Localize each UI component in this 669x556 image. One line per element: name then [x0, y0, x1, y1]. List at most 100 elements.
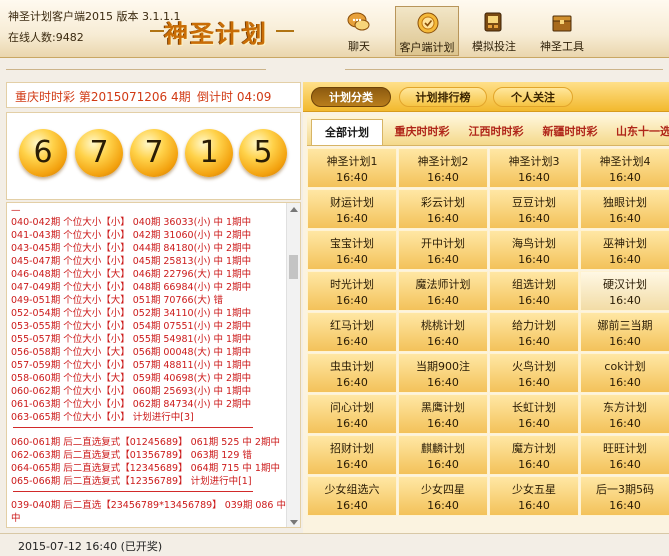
plan-cell[interactable]: 后一3期5码 16:40 [580, 476, 669, 516]
scroll-thumb[interactable] [289, 255, 298, 279]
history-line: 043-045期 个位大小【小】 044期 84180(小) 中 2期中 [11, 243, 252, 254]
tab-plan-category[interactable]: 计划分类 [311, 87, 391, 107]
nav-simulate-bet-label: 模拟投注 [472, 40, 516, 53]
plan-cell[interactable]: 少女组选六 16:40 [307, 476, 397, 516]
plan-name: 魔法师计划 [415, 278, 471, 291]
plan-cell[interactable]: 问心计划 16:40 [307, 394, 397, 434]
issue-bar: 重庆时时彩 第2015071206 4期 倒计时 04:09 [6, 82, 301, 108]
plan-cell[interactable]: 火鸟计划 16:40 [489, 353, 579, 393]
plan-cell[interactable]: 财运计划 16:40 [307, 189, 397, 229]
plan-name: 巫神计划 [603, 237, 647, 250]
history-line: 057-059期 个位大小【小】 057期 48811(小) 中 1期中 [11, 360, 252, 371]
plan-cell[interactable]: 神圣计划2 16:40 [398, 148, 488, 188]
history-separator [13, 427, 253, 428]
countdown-timer: 倒计时 04:09 [197, 90, 272, 104]
history-line: 061-063期 个位大小【小】 062期 84734(小) 中 2期中 [11, 399, 252, 410]
plan-cell[interactable]: 旺旺计划 16:40 [580, 435, 669, 475]
plan-cell[interactable]: 桃桃计划 16:40 [398, 312, 488, 352]
plan-name: 火鸟计划 [512, 360, 556, 373]
plan-time: 16:40 [427, 335, 459, 348]
plan-name: 桃桃计划 [421, 319, 465, 332]
plan-tab-bar: 计划分类 计划排行榜 个人关注 [303, 82, 669, 112]
lottery-type-tabs: 全部计划 重庆时时彩 江西时时彩 新疆时时彩 山东十一选五 [307, 116, 669, 146]
plan-cell[interactable]: 娜前三当期 16:40 [580, 312, 669, 352]
plan-cell[interactable]: 神圣计划4 16:40 [580, 148, 669, 188]
plan-cell[interactable]: 神圣计划1 16:40 [307, 148, 397, 188]
plan-cell[interactable]: 豆豆计划 16:40 [489, 189, 579, 229]
scroll-down-icon[interactable] [290, 520, 298, 525]
plan-cell[interactable]: 独眼计划 16:40 [580, 189, 669, 229]
plan-time: 16:40 [609, 417, 641, 430]
plan-time: 16:40 [609, 335, 641, 348]
tab-all-plans[interactable]: 全部计划 [311, 119, 383, 145]
history-line: 060-062期 个位大小【小】 060期 25693(小) 中 1期中 [11, 386, 252, 397]
tab-plan-ranking[interactable]: 计划排行榜 [399, 87, 487, 107]
draw-ball: 6 [19, 129, 67, 177]
plan-time: 16:40 [336, 376, 368, 389]
current-issue: 重庆时时彩 第2015071206 4期 [15, 90, 191, 104]
plan-cell[interactable]: 硬汉计划 16:40 [580, 271, 669, 311]
nav-toolbox-button[interactable]: 神圣工具 [530, 6, 594, 56]
plan-time: 16:40 [336, 253, 368, 266]
plan-cell[interactable]: 时光计划 16:40 [307, 271, 397, 311]
plan-time: 16:40 [518, 253, 550, 266]
plan-cell[interactable]: 虫虫计划 16:40 [307, 353, 397, 393]
plan-cell[interactable]: 黑鹰计划 16:40 [398, 394, 488, 434]
scroll-up-icon[interactable] [290, 207, 298, 212]
plan-cell[interactable]: 少女五星 16:40 [489, 476, 579, 516]
plan-time: 16:40 [336, 294, 368, 307]
plan-cell[interactable]: 海鸟计划 16:40 [489, 230, 579, 270]
nav-simulate-bet-button[interactable]: 模拟投注 [462, 6, 526, 56]
plan-name: 麒麟计划 [421, 442, 465, 455]
history-scrollbar[interactable] [286, 203, 300, 527]
plan-cell[interactable]: 少女四星 16:40 [398, 476, 488, 516]
plan-name: 给力计划 [512, 319, 556, 332]
plan-name: 黑鹰计划 [421, 401, 465, 414]
plan-cell[interactable]: 长虹计划 16:40 [489, 394, 579, 434]
plan-cell[interactable]: 东方计划 16:40 [580, 394, 669, 434]
plan-time: 16:40 [518, 212, 550, 225]
plan-name: 神圣计划2 [417, 155, 469, 168]
status-bar: 2015-07-12 16:40 (已开奖) [0, 533, 669, 556]
plan-cell[interactable]: 给力计划 16:40 [489, 312, 579, 352]
logo-text: 神圣计划 [164, 19, 268, 48]
plan-name: 红马计划 [330, 319, 374, 332]
draw-ball: 7 [75, 129, 123, 177]
tab-chongqing-ssc[interactable]: 重庆时时彩 [387, 119, 457, 145]
plan-name: 宝宝计划 [330, 237, 374, 250]
plan-cell[interactable]: 当期900注 16:40 [398, 353, 488, 393]
plan-cell[interactable]: 招财计划 16:40 [307, 435, 397, 475]
tab-xinjiang-ssc[interactable]: 新疆时时彩 [535, 119, 605, 145]
tab-jiangxi-ssc[interactable]: 江西时时彩 [461, 119, 531, 145]
plan-cell[interactable]: 魔法师计划 16:40 [398, 271, 488, 311]
plan-cell[interactable]: 彩云计划 16:40 [398, 189, 488, 229]
plan-time: 16:40 [609, 458, 641, 471]
plan-cell[interactable]: 红马计划 16:40 [307, 312, 397, 352]
plan-cell[interactable]: 巫神计划 16:40 [580, 230, 669, 270]
plan-history-list[interactable]: — 040-042期 个位大小【小】 040期 36033(小) 中 1期中 0… [6, 202, 301, 528]
plan-cell[interactable]: 神圣计划3 16:40 [489, 148, 579, 188]
nav-client-plan-button[interactable]: 客户端计划 [395, 6, 459, 56]
tab-my-follow[interactable]: 个人关注 [493, 87, 573, 107]
nav-chat-label: 聊天 [348, 40, 370, 53]
plan-name: 时光计划 [330, 278, 374, 291]
nav-toolbox-label: 神圣工具 [540, 40, 584, 53]
plan-time: 16:40 [518, 335, 550, 348]
plan-time: 16:40 [427, 376, 459, 389]
tab-shandong-11x5[interactable]: 山东十一选五 [609, 119, 669, 145]
plan-time: 16:40 [336, 458, 368, 471]
plan-time: 16:40 [427, 499, 459, 512]
plan-name: 神圣计划3 [508, 155, 560, 168]
nav-chat-button[interactable]: 聊天 [327, 6, 391, 56]
header-divider-strip [0, 58, 669, 82]
plan-cell[interactable]: cok计划 16:40 [580, 353, 669, 393]
plan-cell[interactable]: 宝宝计划 16:40 [307, 230, 397, 270]
plan-time: 16:40 [518, 499, 550, 512]
plan-cell[interactable]: 组选计划 16:40 [489, 271, 579, 311]
plan-cell[interactable]: 魔方计划 16:40 [489, 435, 579, 475]
plan-name: 彩云计划 [421, 196, 465, 209]
history-line: 040-042期 个位大小【小】 040期 36033(小) 中 1期中 [11, 217, 252, 228]
plan-cell[interactable]: 麒麟计划 16:40 [398, 435, 488, 475]
plan-cell[interactable]: 开中计划 16:40 [398, 230, 488, 270]
plan-name: 问心计划 [330, 401, 374, 414]
